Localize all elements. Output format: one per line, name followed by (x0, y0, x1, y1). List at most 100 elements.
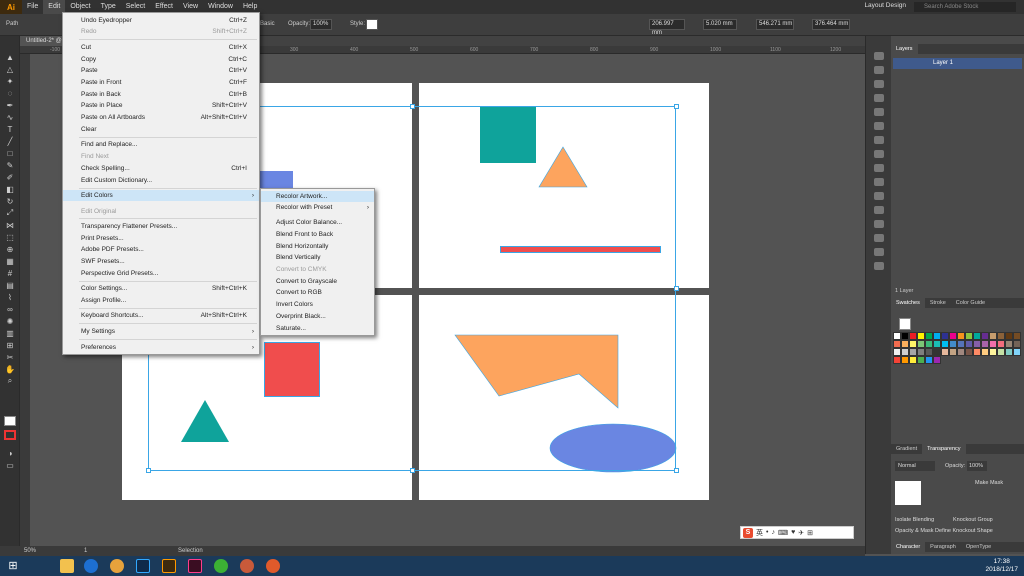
swatch[interactable] (965, 340, 973, 348)
edge-browser-icon[interactable] (84, 559, 98, 573)
drawing-mode-icon[interactable]: ◑ (4, 448, 16, 458)
swatch[interactable] (957, 332, 965, 340)
swatch[interactable] (893, 356, 901, 364)
menu-item-edit-dictionary[interactable]: Edit Custom Dictionary... (63, 175, 259, 186)
menu-item-paste-in-place[interactable]: Paste in Place Shift+Ctrl+V (63, 100, 259, 111)
swatch[interactable] (949, 340, 957, 348)
column-graph-tool-icon[interactable]: ▥ (4, 328, 16, 338)
symbols-icon[interactable] (874, 122, 884, 130)
submenu-item-blend-vertically[interactable]: Blend Vertically (261, 252, 374, 263)
fill-color-icon[interactable] (4, 416, 16, 426)
menu-item-paste-in-front[interactable]: Paste in Front Ctrl+F (63, 77, 259, 88)
swatch[interactable] (1005, 340, 1013, 348)
color-guide-icon[interactable] (874, 94, 884, 102)
isolate-blending-checkbox[interactable]: Isolate Blending (895, 517, 934, 523)
menu-item-paste-on-all-artboards[interactable]: Paste on All Artboards Alt+Shift+Ctrl+V (63, 112, 259, 123)
sogou-icon[interactable]: S (743, 527, 753, 538)
windows-start-icon[interactable]: ⊞ (6, 559, 20, 573)
tab-gradient[interactable]: Gradient (891, 444, 922, 454)
swatch[interactable] (893, 332, 901, 340)
submenu-item-adjust-color-balance[interactable]: Adjust Color Balance... (261, 217, 374, 228)
swatch[interactable] (925, 340, 933, 348)
fill-swatch[interactable] (899, 318, 911, 330)
tab-stroke[interactable]: Stroke (925, 298, 951, 308)
magic-wand-tool-icon[interactable]: ✦ (4, 76, 16, 86)
punctuation-icon[interactable]: • (766, 529, 768, 536)
menu-item-assign-profile[interactable]: Assign Profile... (63, 295, 259, 306)
menu-item-edit-colors[interactable]: Edit Colors › (63, 190, 259, 201)
tab-character[interactable]: Character (891, 542, 926, 552)
tab-transparency[interactable]: Transparency (922, 444, 966, 454)
rectangle-tool-icon[interactable]: □ (4, 148, 16, 158)
swatch[interactable] (909, 332, 917, 340)
selection-handle[interactable] (674, 286, 679, 291)
menu-item-paste[interactable]: Paste Ctrl+V (63, 65, 259, 76)
lasso-tool-icon[interactable]: ◌ (4, 88, 16, 98)
swatch[interactable] (973, 332, 981, 340)
menu-item-edit-original[interactable]: Edit Original (63, 206, 259, 217)
menu-file[interactable]: File (22, 0, 43, 14)
menu-item-print-presets[interactable]: Print Presets... (63, 233, 259, 244)
swatch[interactable] (989, 340, 997, 348)
menu-item-swf-presets[interactable]: SWF Presets... (63, 256, 259, 267)
tab-layers[interactable]: Layers (891, 44, 918, 54)
swatch[interactable] (949, 348, 957, 356)
tab-paragraph[interactable]: Paragraph (925, 542, 961, 552)
pen-tool-icon[interactable]: ✒ (4, 100, 16, 110)
file-explorer-icon[interactable] (60, 559, 74, 573)
menu-item-transparency-flattener[interactable]: Transparency Flattener Presets... (63, 221, 259, 232)
keyboard-icon[interactable]: ⌨ (778, 529, 788, 537)
hand-tool-icon[interactable]: ✋ (4, 364, 16, 374)
zoom-level[interactable]: 50% (24, 548, 36, 554)
menu-item-preferences[interactable]: Preferences › (63, 342, 259, 353)
opacity-field[interactable]: 100% (967, 461, 987, 471)
swatch[interactable] (901, 340, 909, 348)
curvature-tool-icon[interactable]: ∿ (4, 112, 16, 122)
artboard-number[interactable]: 1 (84, 548, 87, 554)
width-tool-icon[interactable]: ⋈ (4, 220, 16, 230)
scale-tool-icon[interactable]: ⤢ (4, 208, 16, 218)
menu-item-clear[interactable]: Clear (63, 124, 259, 135)
submenu-item-convert-to-cmyk[interactable]: Convert to CMYK (261, 264, 374, 275)
blend-mode-select[interactable]: Normal (895, 461, 935, 471)
swatch[interactable] (981, 340, 989, 348)
swatch[interactable] (997, 332, 1005, 340)
swatch[interactable] (917, 332, 925, 340)
swatch[interactable] (909, 356, 917, 364)
stroke-color-icon[interactable] (4, 430, 16, 440)
opacity-mask-checkbox[interactable]: Opacity & Mask Define Knockout Shape (895, 528, 993, 534)
submenu-item-invert-colors[interactable]: Invert Colors (261, 299, 374, 310)
swatch[interactable] (949, 332, 957, 340)
swatch[interactable] (901, 348, 909, 356)
eraser-tool-icon[interactable]: ◧ (4, 184, 16, 194)
selection-tool-icon[interactable]: ▲ (4, 52, 16, 62)
submenu-item-recolor-with-preset[interactable]: Recolor with Preset › (261, 202, 374, 213)
menu-item-cut[interactable]: Cut Ctrl+X (63, 42, 259, 53)
stock-search-input[interactable]: Search Adobe Stock (914, 2, 1016, 12)
artboards-icon[interactable] (874, 220, 884, 228)
graphic-styles-icon[interactable] (874, 136, 884, 144)
swatch[interactable] (989, 348, 997, 356)
swatch[interactable] (989, 332, 997, 340)
opacity-field[interactable]: 100% (310, 19, 332, 30)
knockout-group-checkbox[interactable]: Knockout Group (953, 517, 993, 523)
system-clock[interactable]: 17:38 2018/12/17 (985, 558, 1018, 574)
swatch[interactable] (965, 332, 973, 340)
selection-handle[interactable] (674, 104, 679, 109)
swatch[interactable] (925, 332, 933, 340)
swatch[interactable] (893, 340, 901, 348)
menu-item-keyboard-shortcuts[interactable]: Keyboard Shortcuts... Alt+Shift+Ctrl+K (63, 310, 259, 321)
submenu-item-blend-horizontally[interactable]: Blend Horizontally (261, 241, 374, 252)
swatch[interactable] (917, 356, 925, 364)
swatch[interactable] (917, 348, 925, 356)
workspace-switcher[interactable]: Layout Design (864, 2, 906, 9)
swatch[interactable] (901, 332, 909, 340)
brushes-icon[interactable] (874, 108, 884, 116)
eyedropper-tool-icon[interactable]: ⌇ (4, 292, 16, 302)
properties-icon[interactable] (874, 52, 884, 60)
swatch[interactable] (957, 348, 965, 356)
submenu-item-recolor-artwork[interactable]: Recolor Artwork... (261, 191, 374, 202)
swatch[interactable] (973, 340, 981, 348)
style-swatch[interactable] (366, 19, 378, 30)
swatch[interactable] (965, 348, 973, 356)
